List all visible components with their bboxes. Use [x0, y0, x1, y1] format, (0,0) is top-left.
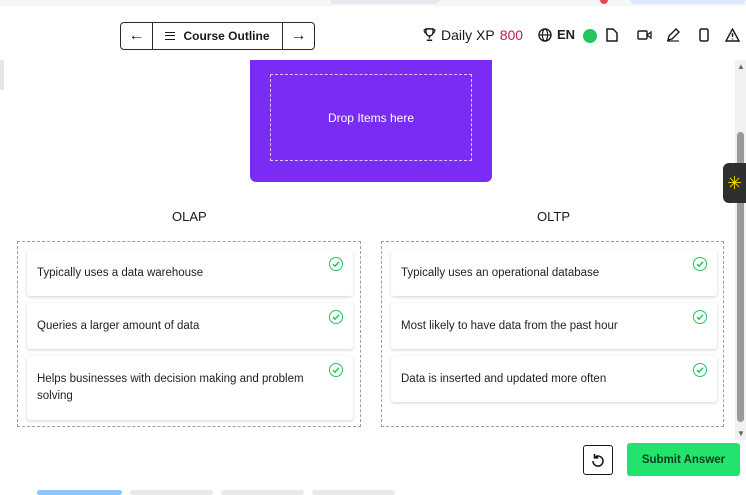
scroll-up-arrow-icon[interactable]: ▲ [737, 62, 745, 71]
check-circle-icon [329, 310, 343, 324]
reset-button[interactable] [583, 445, 613, 475]
globe-icon [538, 27, 552, 42]
browser-avatar [600, 0, 608, 4]
browser-top-strip [0, 0, 746, 6]
check-circle-icon [693, 363, 707, 377]
browser-pill [630, 0, 746, 4]
card-text: Helps businesses with decision making an… [37, 373, 304, 402]
card-text: Most likely to have data from the past h… [401, 319, 618, 332]
column-title-oltp: OLTP [537, 209, 570, 224]
check-circle-icon [329, 257, 343, 271]
submit-answer-button[interactable]: Submit Answer [627, 443, 740, 476]
olap-column[interactable]: Typically uses a data warehouse Queries … [17, 241, 361, 427]
document-icon[interactable] [604, 27, 620, 43]
progress-step[interactable] [37, 490, 122, 495]
previous-button[interactable]: ← [121, 23, 153, 49]
check-circle-icon [329, 363, 343, 377]
oltp-item-inserted-updated[interactable]: Data is inserted and updated more often [391, 356, 717, 402]
course-nav: ← Course Outline → [120, 22, 315, 50]
online-status-dot [583, 29, 597, 43]
oltp-item-past-hour[interactable]: Most likely to have data from the past h… [391, 303, 717, 349]
course-outline-label: Course Outline [183, 29, 270, 43]
card-text: Typically uses a data warehouse [37, 266, 204, 279]
drop-zone[interactable]: Drop Items here [270, 74, 472, 161]
progress-step[interactable] [312, 490, 395, 495]
check-circle-icon [693, 257, 707, 271]
drop-zone-panel: Drop Items here [250, 60, 492, 182]
language-label: EN [557, 27, 576, 42]
oltp-item-operational-db[interactable]: Typically uses an operational database [391, 250, 717, 296]
olap-item-warehouse[interactable]: Typically uses a data warehouse [27, 250, 353, 296]
olap-item-decision-making[interactable]: Helps businesses with decision making an… [27, 356, 353, 420]
drop-zone-placeholder: Drop Items here [327, 110, 415, 125]
browser-tab [330, 0, 440, 4]
check-circle-icon [693, 310, 707, 324]
progress-step[interactable] [130, 490, 213, 495]
card-text: Queries a larger amount of data [37, 319, 200, 332]
language-selector[interactable]: EN [538, 27, 575, 42]
menu-icon [165, 32, 176, 40]
progress-step[interactable] [221, 490, 304, 495]
assistant-widget-icon[interactable]: ✳ [723, 163, 746, 203]
video-icon[interactable] [636, 27, 652, 43]
daily-xp-value: 800 [499, 27, 524, 43]
pencil-icon[interactable] [665, 27, 681, 43]
trophy-icon [423, 28, 436, 41]
oltp-column[interactable]: Typically uses an operational database M… [381, 241, 724, 427]
card-text: Typically uses an operational database [401, 266, 600, 279]
daily-xp-label: Daily XP [441, 27, 495, 43]
scrollbar[interactable]: ▲ ▼ [735, 60, 746, 440]
scroll-down-arrow-icon[interactable]: ▼ [737, 429, 745, 438]
reset-icon [592, 454, 604, 467]
warning-icon[interactable] [724, 27, 740, 43]
phone-icon[interactable] [696, 27, 712, 43]
left-scroll-edge [0, 60, 4, 90]
column-title-olap: OLAP [172, 209, 207, 224]
olap-item-larger-data[interactable]: Queries a larger amount of data [27, 303, 353, 349]
card-text: Data is inserted and updated more often [401, 372, 607, 385]
course-outline-button[interactable]: Course Outline [153, 23, 282, 49]
next-button[interactable]: → [282, 23, 314, 49]
daily-xp: Daily XP 800 [423, 27, 523, 43]
